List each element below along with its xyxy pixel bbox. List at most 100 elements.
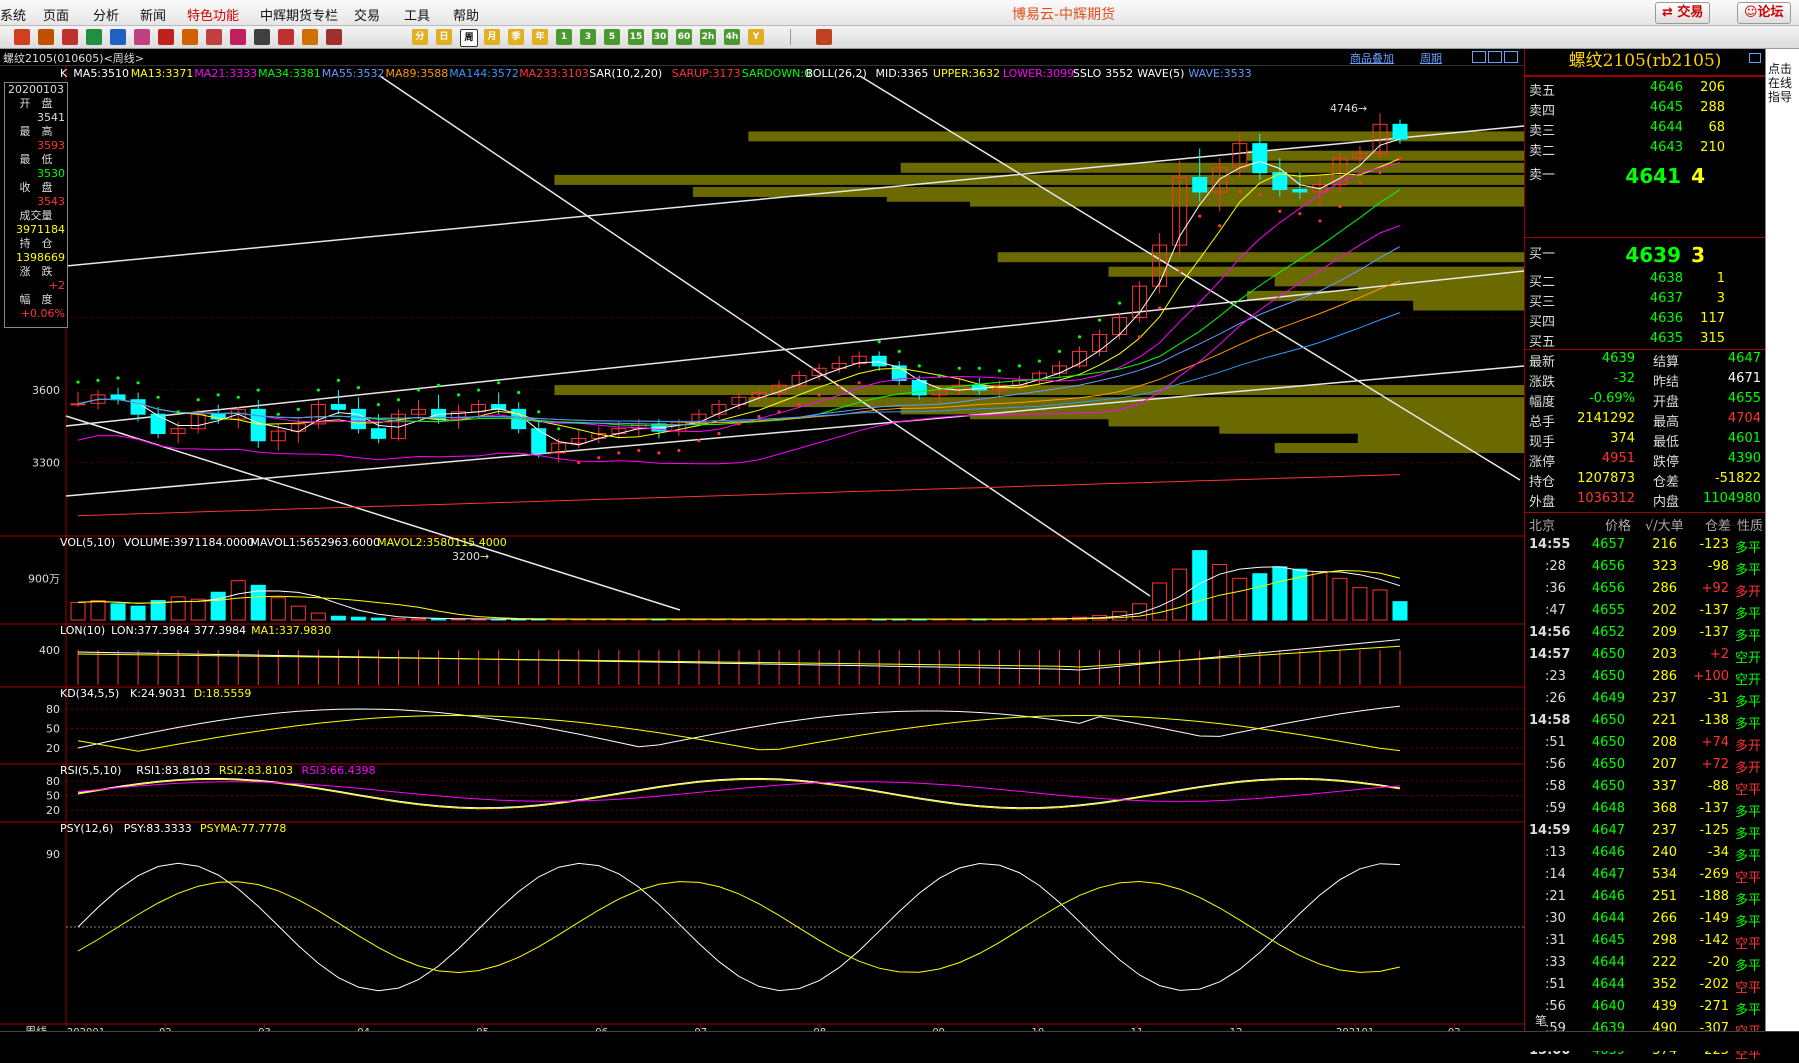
tick-row: :56 4640 439 -271 多平	[1525, 999, 1765, 1019]
period-9-button[interactable]: 15	[628, 29, 644, 45]
volume-bar	[431, 618, 447, 621]
period-13-button[interactable]: 4h	[724, 29, 740, 45]
period-8-button[interactable]: 5	[604, 29, 620, 45]
zoom-in-icon[interactable]	[86, 29, 102, 45]
period-0-button[interactable]: 分	[412, 29, 428, 45]
tick-time: :58	[1545, 779, 1566, 794]
period-3-button[interactable]: 月	[484, 29, 500, 45]
tick-volume: 203	[1652, 647, 1677, 662]
chart-canvas[interactable]: 3900360033004746→3200→KMA5:3510MA13:3371…	[0, 66, 1524, 1031]
paint-icon[interactable]	[182, 29, 198, 45]
tick-row: :23 4650 286 +100 空开	[1525, 669, 1765, 689]
menu-4[interactable]: 特色功能	[187, 5, 239, 24]
tick-volume: 337	[1652, 779, 1677, 794]
tick-header: 性质	[1737, 519, 1764, 534]
kd-line	[77, 705, 1401, 749]
bid-label: 买三	[1529, 295, 1556, 310]
period-10-button[interactable]: 30	[652, 29, 668, 45]
sar-dot	[1218, 224, 1222, 228]
trend-line	[379, 75, 1151, 597]
period-12-button[interactable]: 2h	[700, 29, 716, 45]
candle-body	[350, 408, 366, 430]
main-legend-11: SARDOWN:0	[742, 67, 811, 80]
sar-dot	[416, 388, 421, 392]
sar-dot	[196, 398, 200, 402]
layout-icon[interactable]	[1504, 51, 1518, 63]
back-icon[interactable]	[38, 29, 54, 45]
layout-icon[interactable]	[1488, 51, 1502, 63]
trade-button[interactable]: ⇄ 交易	[1655, 2, 1711, 24]
side-tab-0[interactable]: 点击	[1768, 63, 1792, 75]
grid-icon[interactable]	[254, 29, 270, 45]
draw-icon[interactable]	[158, 29, 174, 45]
refresh-icon[interactable]	[62, 29, 78, 45]
filter-icon[interactable]	[206, 29, 222, 45]
divider	[1525, 349, 1765, 350]
period-2-button[interactable]: 周	[460, 29, 478, 47]
tick-tab[interactable]: 笔	[1535, 1012, 1547, 1029]
menu-8[interactable]: 帮助	[453, 5, 479, 24]
forum-button[interactable]: ☺论坛	[1737, 2, 1791, 24]
tick-volume: 209	[1652, 625, 1677, 640]
layout-icon[interactable]	[1472, 51, 1486, 63]
menu-6[interactable]: 交易	[354, 5, 380, 24]
menu-7[interactable]: 工具	[404, 5, 430, 24]
period-button[interactable]: 周期	[1420, 50, 1442, 66]
calculator-icon[interactable]	[816, 29, 832, 45]
period-5-button[interactable]: 年	[532, 29, 548, 45]
tick-oi-change: -125	[1699, 823, 1729, 838]
rsi-legend-1: RSI1:83.8103	[136, 764, 210, 777]
tick-row: :51 4644 352 -202 空平	[1525, 977, 1765, 997]
period-6-button[interactable]: 1	[556, 29, 572, 45]
candle-body	[150, 413, 166, 435]
side-tab-strip: 点击 在线 指导	[1765, 49, 1799, 1031]
period-7-button[interactable]: 3	[580, 29, 596, 45]
hand-icon[interactable]	[230, 29, 246, 45]
overlay-button[interactable]: 商品叠加	[1350, 50, 1394, 66]
ask-label: 卖二	[1529, 144, 1556, 159]
ask-label: 卖三	[1529, 124, 1556, 139]
period-14-button[interactable]: Y	[748, 29, 764, 45]
zoom-out-icon[interactable]	[110, 29, 126, 45]
candle-icon[interactable]	[326, 29, 342, 45]
home-icon[interactable]	[14, 29, 30, 45]
tick-oi-change: -138	[1699, 713, 1729, 728]
tick-icon[interactable]	[302, 29, 318, 45]
tick-nature: 多平	[1735, 563, 1762, 578]
tick-oi-change: +92	[1701, 581, 1729, 596]
side-tab-2[interactable]: 指导	[1768, 91, 1792, 103]
kd-legend-1: K:24.9031	[130, 687, 186, 700]
panel-toggle-icon[interactable]	[1749, 53, 1761, 63]
tick-time: :47	[1545, 603, 1566, 618]
save-icon[interactable]	[134, 29, 150, 45]
line-chart-icon[interactable]	[278, 29, 294, 45]
menu-3[interactable]: 新闻	[140, 5, 166, 24]
tick-nature: 多开	[1735, 585, 1762, 600]
side-tab-1[interactable]: 在线	[1768, 77, 1792, 89]
vol-legend-2: MAVOL1:5652963.6000	[250, 536, 380, 549]
tick-oi-change: -123	[1699, 537, 1729, 552]
menu-1[interactable]: 页面	[43, 5, 69, 24]
menu-2[interactable]: 分析	[93, 5, 119, 24]
period-4-button[interactable]: 季	[508, 29, 524, 45]
stat-label: 最新	[1529, 355, 1556, 370]
menu-0[interactable]: 系统	[0, 5, 26, 24]
stat-label: 内盘	[1653, 495, 1680, 510]
sar-dot	[1238, 190, 1242, 194]
period-1-button[interactable]: 日	[436, 29, 452, 45]
status-bar	[0, 1031, 1799, 1051]
sar-dot	[657, 451, 661, 455]
volume-profile-bar	[748, 131, 1524, 142]
info-oi-label: 持 仓	[19, 237, 53, 250]
ma233-line	[77, 474, 1401, 517]
info-date: 20200103	[8, 83, 64, 96]
period-11-button[interactable]: 60	[676, 29, 692, 45]
sar-dot	[917, 364, 921, 368]
divider	[1525, 237, 1765, 238]
main-legend-10: SARUP:3173	[672, 67, 741, 80]
divider	[1525, 512, 1765, 513]
tick-price: 4650	[1591, 647, 1625, 662]
bottom-period-tag: 周线	[25, 1024, 47, 1031]
main-legend-9: SAR(10,2,20)	[589, 67, 662, 80]
menu-5[interactable]: 中辉期货专栏	[260, 5, 338, 24]
